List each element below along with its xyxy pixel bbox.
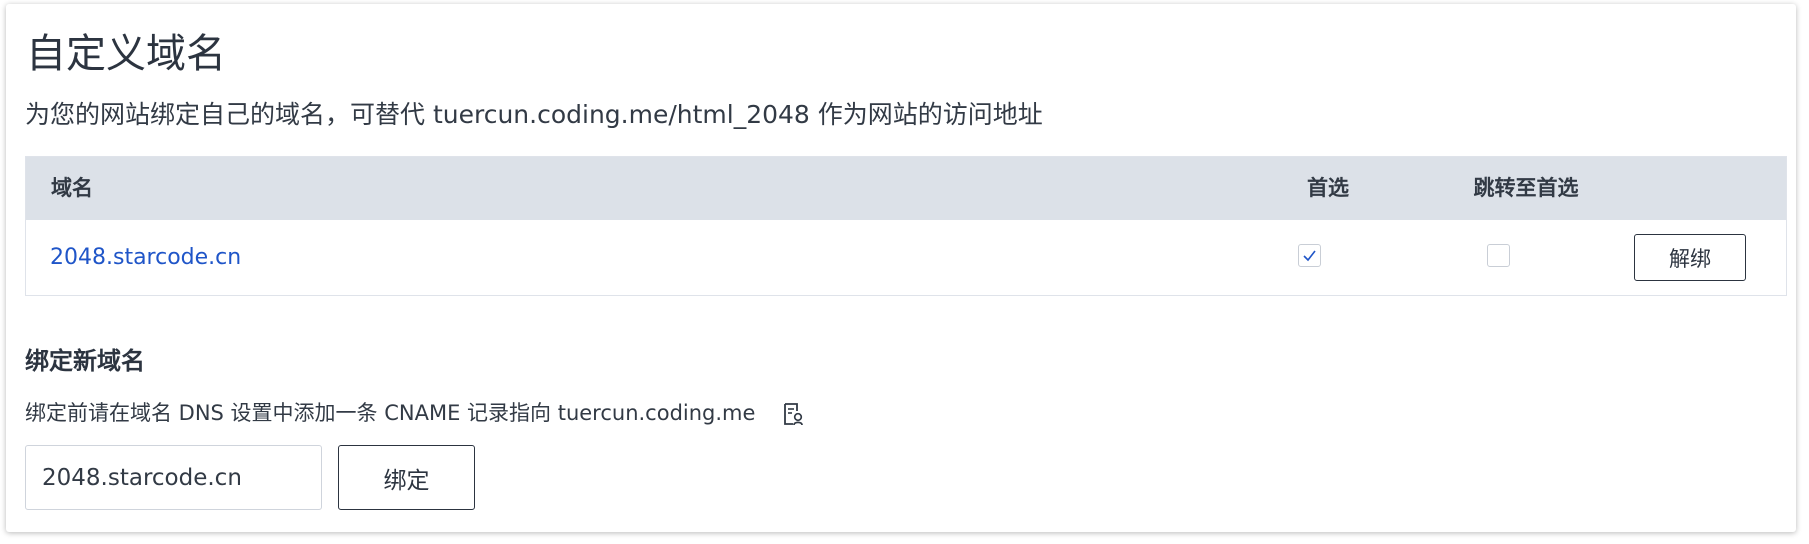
custom-domain-panel: 自定义域名 为您的网站绑定自己的域名，可替代 tuercun.coding.me… xyxy=(6,4,1796,532)
column-header-domain: 域名 xyxy=(51,176,93,200)
table-header: 域名 首选 跳转至首选 xyxy=(26,157,1786,220)
column-header-redirect: 跳转至首选 xyxy=(1473,176,1579,200)
document-help-icon[interactable] xyxy=(782,402,804,426)
bind-button[interactable]: 绑定 xyxy=(338,445,475,510)
primary-checkbox[interactable] xyxy=(1298,244,1321,267)
cname-hint: 绑定前请在域名 DNS 设置中添加一条 CNAME 记录指向 tuercun.c… xyxy=(25,401,756,425)
unbind-button[interactable]: 解绑 xyxy=(1634,234,1746,281)
new-domain-input[interactable] xyxy=(25,445,322,510)
page-title: 自定义域名 xyxy=(26,31,226,77)
domain-table: 域名 首选 跳转至首选 2048.starcode.cn 解绑 xyxy=(25,156,1787,296)
table-row: 2048.starcode.cn 解绑 xyxy=(26,220,1786,296)
bind-new-domain-title: 绑定新域名 xyxy=(25,347,145,375)
column-header-primary: 首选 xyxy=(1307,176,1349,200)
page-description: 为您的网站绑定自己的域名，可替代 tuercun.coding.me/html_… xyxy=(25,100,1043,129)
redirect-to-primary-checkbox[interactable] xyxy=(1487,244,1510,267)
checkmark-icon xyxy=(1303,250,1316,262)
domain-link[interactable]: 2048.starcode.cn xyxy=(50,220,241,296)
